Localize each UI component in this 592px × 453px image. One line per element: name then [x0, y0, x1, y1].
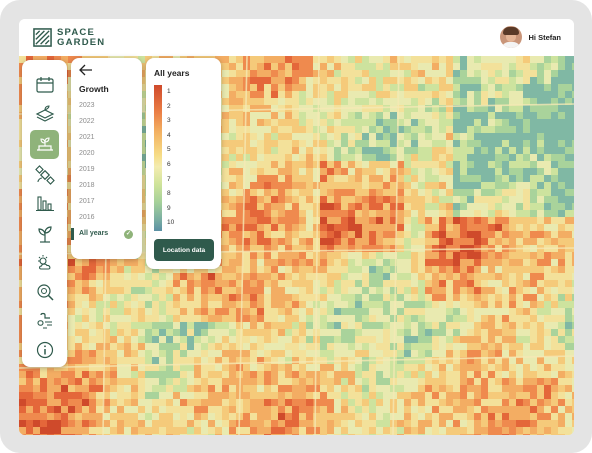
calendar-icon: [35, 76, 54, 93]
search-field-icon: [36, 283, 54, 301]
legend-ticks: 1 2 3 4 5 6 7 8 9 10: [167, 85, 187, 231]
bar-chart-icon: [35, 195, 54, 211]
legend-panel: All years 1 2 3 4 5 6 7 8 9 10 Location …: [146, 58, 221, 269]
app-screen: SPACE GARDEN Hi Stefan Growth 2023 2022 …: [19, 19, 574, 435]
sidebar-item-info[interactable]: [30, 335, 59, 364]
avatar[interactable]: [500, 26, 523, 48]
growth-title: Growth: [79, 84, 109, 94]
legend-tick: 1: [167, 88, 171, 95]
year-item[interactable]: 2018: [71, 178, 142, 194]
satellite-icon: [34, 164, 55, 185]
sprout-icon: [37, 225, 52, 243]
year-item-label: All years: [79, 230, 109, 237]
legend-tick: 9: [167, 204, 171, 212]
legend-tick: 4: [167, 131, 171, 139]
user-menu[interactable]: Hi Stefan: [500, 26, 561, 48]
legend-color-scale: [154, 85, 162, 231]
sidebar-item-sprout[interactable]: [30, 219, 59, 248]
year-item[interactable]: 2023: [71, 98, 142, 114]
irrigation-icon: [36, 312, 52, 329]
legend-tick: 7: [167, 175, 171, 183]
sidebar-item-satellite[interactable]: [30, 160, 59, 189]
legend-tick: 6: [167, 160, 171, 168]
soil-layers-icon: [35, 104, 54, 122]
check-icon: ✓: [124, 230, 133, 239]
legend-tick: 5: [167, 146, 171, 154]
year-item[interactable]: 2017: [71, 194, 142, 210]
growth-year-panel: Growth 2023 2022 2021 2020 2019 2018 201…: [71, 58, 142, 259]
brand-line-2: GARDEN: [57, 36, 106, 48]
legend-tick: 2: [167, 102, 171, 110]
back-arrow-icon[interactable]: [79, 64, 93, 76]
leaf-logo-icon: [33, 28, 52, 47]
year-item[interactable]: 2016: [71, 210, 142, 226]
brand-name: SPACE GARDEN: [57, 28, 105, 47]
top-bar: SPACE GARDEN Hi Stefan: [19, 19, 574, 56]
year-item[interactable]: 2019: [71, 162, 142, 178]
sidebar-item-growth[interactable]: [30, 130, 59, 159]
sidebar-nav: [22, 60, 67, 367]
legend-tick: 3: [167, 117, 171, 125]
location-data-button[interactable]: Location data: [154, 239, 214, 261]
device-frame: SPACE GARDEN Hi Stefan Growth 2023 2022 …: [0, 0, 592, 453]
year-item[interactable]: 2020: [71, 146, 142, 162]
year-item[interactable]: 2022: [71, 114, 142, 130]
sidebar-item-calendar[interactable]: [30, 70, 59, 99]
year-item-selected[interactable]: All years ✓: [71, 226, 142, 242]
year-item[interactable]: 2021: [71, 130, 142, 146]
sidebar-item-field-search[interactable]: [30, 277, 59, 306]
user-greeting: Hi Stefan: [528, 32, 561, 42]
sidebar-item-weather[interactable]: [30, 248, 59, 277]
info-icon: [36, 341, 53, 358]
sidebar-item-irrigation[interactable]: [30, 306, 59, 335]
legend-title: All years: [154, 68, 190, 78]
sidebar-item-statistics[interactable]: [30, 188, 59, 217]
year-list: 2023 2022 2021 2020 2019 2018 2017 2016 …: [71, 98, 142, 242]
weather-icon: [37, 254, 50, 270]
brand-logo[interactable]: SPACE GARDEN: [33, 28, 105, 47]
sidebar-item-soil[interactable]: [30, 99, 59, 128]
legend-tick: 10: [167, 219, 175, 227]
legend-tick: 8: [167, 190, 171, 198]
growth-plant-icon: [36, 136, 53, 151]
